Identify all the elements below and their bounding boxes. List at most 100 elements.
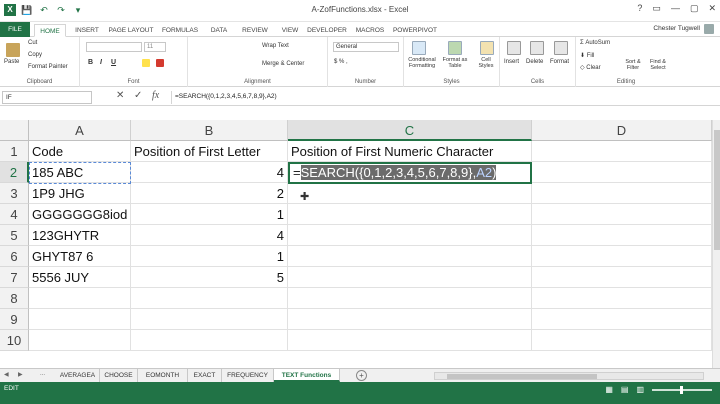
enter-icon[interactable]: ✓ (134, 90, 142, 101)
cell-a9[interactable] (29, 309, 131, 330)
number-format-combo[interactable]: General (333, 42, 399, 52)
cell-styles-button[interactable]: Cell Styles (474, 57, 498, 69)
cell-a6[interactable]: GHYT87 6 (29, 246, 131, 267)
cell-b7[interactable]: 5 (131, 267, 288, 288)
column-header-d[interactable]: D (532, 120, 712, 141)
delete-button[interactable]: Delete (526, 59, 543, 65)
cell-a4[interactable]: GGGGGGG8iod (29, 204, 131, 225)
cut-button[interactable]: Cut (28, 40, 37, 46)
tab-developer[interactable]: DEVELOPER (306, 24, 348, 37)
italic-button[interactable]: I (100, 59, 102, 66)
cell-d7[interactable] (532, 267, 712, 288)
ribbon-display-icon[interactable]: ▭ (652, 3, 661, 14)
currency-icon[interactable]: $ % , (334, 59, 348, 65)
row-header-8[interactable]: 8 (0, 288, 29, 309)
paste-button[interactable]: Paste (4, 59, 19, 65)
cell-c10[interactable] (288, 330, 532, 351)
cell-b8[interactable] (131, 288, 288, 309)
add-sheet-button[interactable]: + (356, 370, 367, 381)
row-header-6[interactable]: 6 (0, 246, 29, 267)
worksheet-grid[interactable]: A B C D 1 2 3 4 5 6 7 8 9 10 Code Positi… (0, 120, 712, 368)
cell-a10[interactable] (29, 330, 131, 351)
wrap-text-button[interactable]: Wrap Text (262, 43, 289, 49)
row-header-1[interactable]: 1 (0, 141, 29, 162)
sheet-tab-averagea[interactable]: AVERAGEA (56, 369, 100, 382)
row-header-10[interactable]: 10 (0, 330, 29, 351)
row-header-9[interactable]: 9 (0, 309, 29, 330)
sheet-next-icon[interactable]: ▶ (18, 371, 23, 378)
cell-c4[interactable] (288, 204, 532, 225)
cell-c3[interactable] (288, 183, 532, 204)
cell-b1[interactable]: Position of First Letter (131, 141, 288, 162)
cell-a8[interactable] (29, 288, 131, 309)
cell-a3[interactable]: 1P9 JHG (29, 183, 131, 204)
format-button[interactable]: Format (550, 59, 569, 65)
row-header-7[interactable]: 7 (0, 267, 29, 288)
column-header-c[interactable]: C (288, 120, 532, 141)
cell-b4[interactable]: 1 (131, 204, 288, 225)
cell-d5[interactable] (532, 225, 712, 246)
cell-b3[interactable]: 2 (131, 183, 288, 204)
formula-input[interactable]: =SEARCH({0,1,2,3,4,5,6,7,8,9},A2) (171, 91, 711, 104)
cell-c6[interactable] (288, 246, 532, 267)
cell-c5[interactable] (288, 225, 532, 246)
tab-formulas[interactable]: FORMULAS (160, 24, 200, 37)
tab-macros[interactable]: MACROS (352, 24, 388, 37)
normal-view-icon[interactable]: ▦ (605, 385, 613, 394)
help-icon[interactable]: ? (637, 3, 642, 14)
cell-a5[interactable]: 123GHYTR (29, 225, 131, 246)
column-header-a[interactable]: A (29, 120, 131, 141)
row-header-3[interactable]: 3 (0, 183, 29, 204)
sheet-tab-exact[interactable]: EXACT (188, 369, 222, 382)
column-header-b[interactable]: B (131, 120, 288, 141)
vertical-scroll-thumb[interactable] (714, 130, 720, 250)
page-layout-view-icon[interactable]: ▤ (621, 385, 629, 394)
fill-color-icon[interactable] (142, 59, 150, 67)
conditional-formatting-button[interactable]: Conditional Formatting (406, 57, 438, 69)
cell-b2[interactable]: 4 (131, 162, 288, 183)
copy-button[interactable]: Copy (28, 52, 42, 58)
tab-view[interactable]: VIEW (276, 24, 304, 37)
format-painter-button[interactable]: Format Painter (28, 64, 68, 70)
close-icon[interactable]: ✕ (708, 3, 716, 14)
cell-d1[interactable] (532, 141, 712, 162)
sheet-tab-choose[interactable]: CHOOSE (100, 369, 138, 382)
cell-a1[interactable]: Code (29, 141, 131, 162)
clear-button[interactable]: ◇ Clear (580, 64, 601, 71)
cell-c9[interactable] (288, 309, 532, 330)
tab-data[interactable]: DATA (204, 24, 234, 37)
avatar[interactable] (704, 24, 714, 34)
underline-button[interactable]: U (111, 59, 116, 66)
font-color-icon[interactable] (156, 59, 164, 67)
tab-insert[interactable]: INSERT (70, 24, 104, 37)
sheet-tab-eomonth[interactable]: EOMONTH (138, 369, 188, 382)
cancel-icon[interactable]: ✕ (116, 90, 124, 101)
horizontal-scrollbar[interactable] (434, 372, 704, 380)
row-header-4[interactable]: 4 (0, 204, 29, 225)
user-name[interactable]: Chester Tugwell (653, 25, 700, 32)
cell-b6[interactable]: 1 (131, 246, 288, 267)
sheet-tab-text-functions[interactable]: TEXT Functions (274, 369, 340, 382)
format-as-table-button[interactable]: Format as Table (440, 57, 470, 69)
cell-d8[interactable] (532, 288, 712, 309)
cell-b10[interactable] (131, 330, 288, 351)
sheet-more-icon[interactable]: ... (40, 371, 45, 377)
tab-home[interactable]: HOME (34, 24, 66, 37)
row-header-2[interactable]: 2 (0, 162, 29, 183)
cell-d9[interactable] (532, 309, 712, 330)
font-size-combo[interactable]: 11 (144, 42, 166, 52)
cell-d2[interactable] (532, 162, 712, 183)
font-name-combo[interactable] (86, 42, 142, 52)
select-all-corner[interactable] (0, 120, 29, 141)
cell-c2-editing[interactable]: =SEARCH({0,1,2,3,4,5,6,7,8,9},A2) (288, 162, 532, 184)
cell-d3[interactable] (532, 183, 712, 204)
cell-d6[interactable] (532, 246, 712, 267)
cell-d10[interactable] (532, 330, 712, 351)
minimize-icon[interactable]: — (671, 3, 680, 14)
cell-d4[interactable] (532, 204, 712, 225)
cell-c1[interactable]: Position of First Numeric Character (288, 141, 532, 162)
sheet-prev-icon[interactable]: ◀ (4, 371, 9, 378)
cell-c7[interactable] (288, 267, 532, 288)
insert-button[interactable]: Insert (504, 59, 519, 65)
sheet-tab-frequency[interactable]: FREQUENCY (222, 369, 274, 382)
